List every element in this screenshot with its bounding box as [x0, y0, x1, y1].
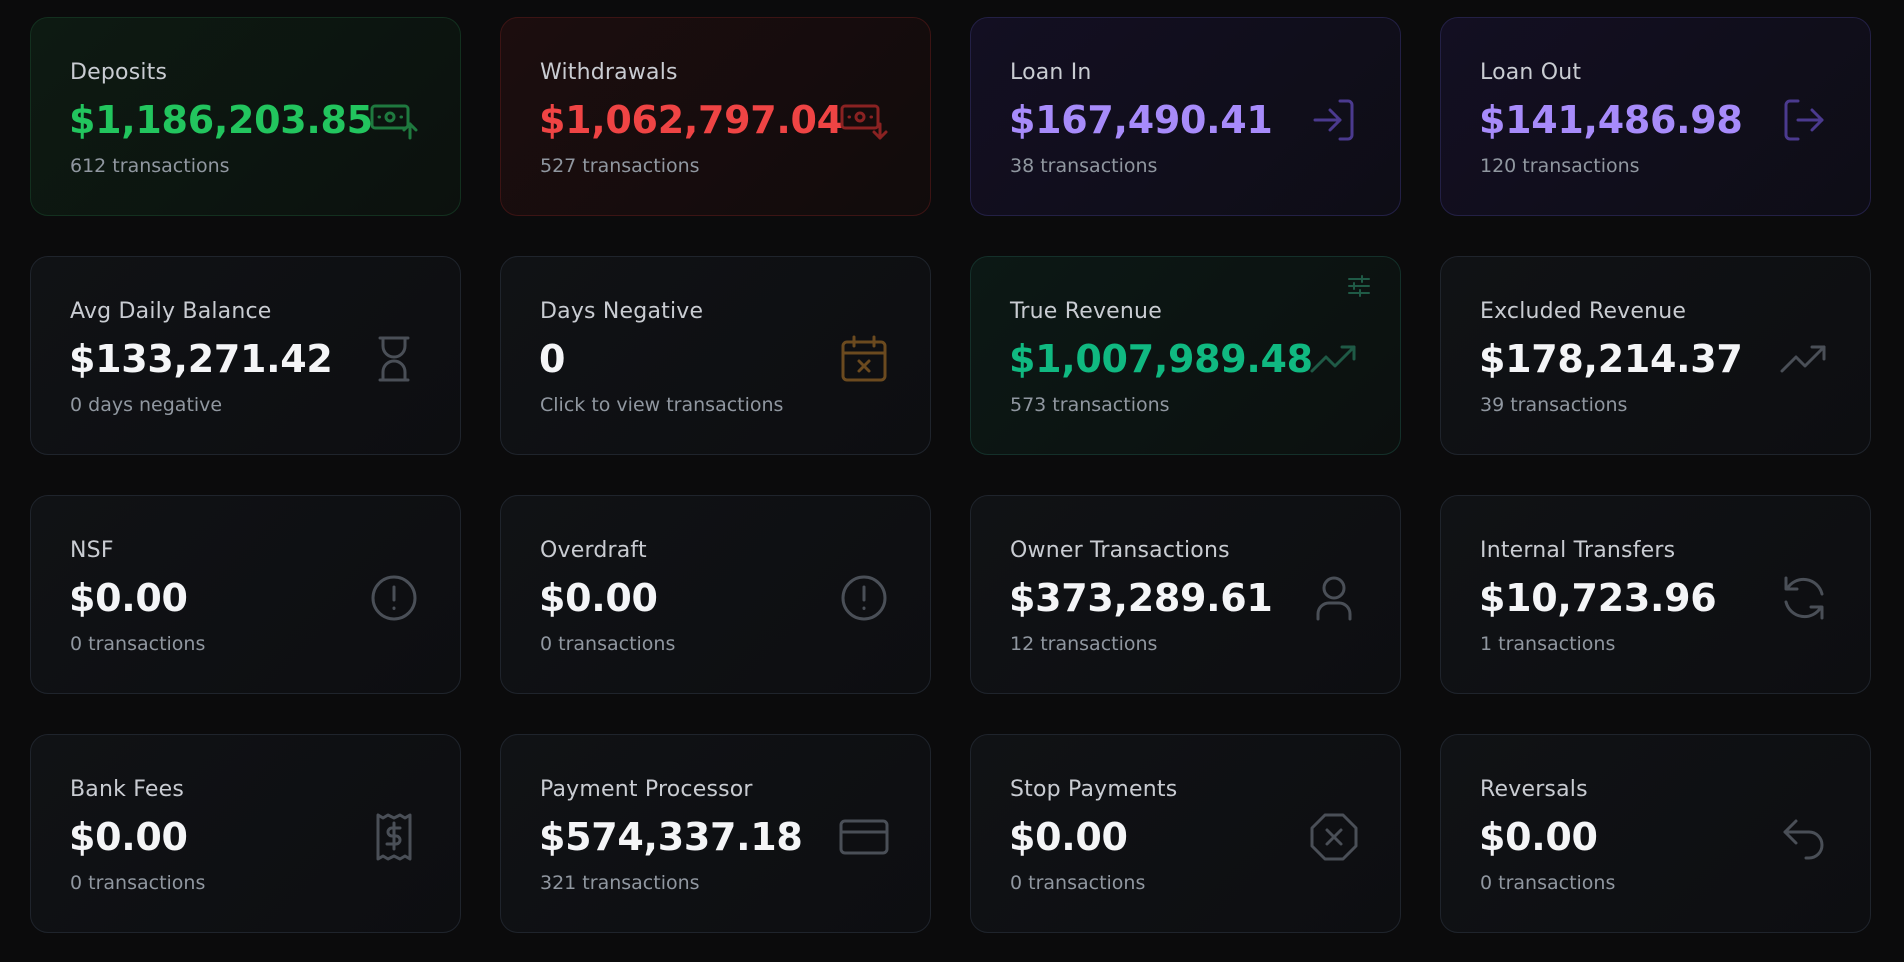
- card-subtext: 0 transactions: [70, 872, 206, 894]
- card-value: $167,490.41: [1009, 98, 1273, 142]
- card-label: Bank Fees: [70, 777, 185, 802]
- card-value: $574,337.18: [539, 815, 803, 859]
- withdrawals-card[interactable]: Withdrawals $1,062,797.04 527 transactio…: [500, 17, 931, 216]
- receipt-dollar-icon: [368, 811, 420, 863]
- excluded-revenue-card[interactable]: Excluded Revenue $178,214.37 39 transact…: [1440, 256, 1871, 455]
- card-label: Withdrawals: [540, 60, 678, 85]
- loan-in-card[interactable]: Loan In $167,490.41 38 transactions: [970, 17, 1401, 216]
- card-value: $0.00: [69, 815, 188, 859]
- bank-fees-card[interactable]: Bank Fees $0.00 0 transactions: [30, 734, 461, 933]
- card-value: 0: [539, 337, 566, 381]
- days-negative-card[interactable]: Days Negative 0 Click to view transactio…: [500, 256, 931, 455]
- card-subtext: 321 transactions: [540, 872, 700, 894]
- credit-card-icon: [838, 811, 890, 863]
- payment-processor-card[interactable]: Payment Processor $574,337.18 321 transa…: [500, 734, 931, 933]
- card-label: NSF: [70, 538, 114, 563]
- card-subtext: 573 transactions: [1010, 394, 1170, 416]
- card-value: $178,214.37: [1479, 337, 1743, 381]
- loan-out-card[interactable]: Loan Out $141,486.98 120 transactions: [1440, 17, 1871, 216]
- alert-circle-icon: [838, 572, 890, 624]
- card-subtext: Click to view transactions: [540, 394, 784, 416]
- card-subtext: 120 transactions: [1480, 155, 1640, 177]
- card-value: $0.00: [69, 576, 188, 620]
- card-value: $10,723.96: [1479, 576, 1717, 620]
- card-label: Avg Daily Balance: [70, 299, 272, 324]
- refresh-icon: [1778, 572, 1830, 624]
- card-label: Owner Transactions: [1010, 538, 1230, 563]
- card-label: True Revenue: [1010, 299, 1162, 324]
- cash-deposit-icon: [368, 94, 420, 146]
- trending-up-icon: [1308, 333, 1360, 385]
- alert-circle-icon: [368, 572, 420, 624]
- card-label: Loan Out: [1480, 60, 1582, 85]
- card-value: $1,007,989.48: [1009, 337, 1313, 381]
- calendar-x-icon: [838, 333, 890, 385]
- deposits-card[interactable]: Deposits $1,186,203.85 612 transactions: [30, 17, 461, 216]
- cash-withdraw-icon: [838, 94, 890, 146]
- stop-payments-card[interactable]: Stop Payments $0.00 0 transactions: [970, 734, 1401, 933]
- card-label: Deposits: [70, 60, 168, 85]
- trending-up-icon: [1778, 333, 1830, 385]
- overdraft-card[interactable]: Overdraft $0.00 0 transactions: [500, 495, 931, 694]
- avg-daily-balance-card[interactable]: Avg Daily Balance $133,271.42 0 days neg…: [30, 256, 461, 455]
- card-subtext: 612 transactions: [70, 155, 230, 177]
- card-subtext: 0 transactions: [1480, 872, 1616, 894]
- user-icon: [1308, 572, 1360, 624]
- undo-arrow-icon: [1778, 811, 1830, 863]
- card-subtext: 38 transactions: [1010, 155, 1158, 177]
- card-value: $0.00: [1479, 815, 1598, 859]
- card-label: Internal Transfers: [1480, 538, 1676, 563]
- card-value: $1,062,797.04: [539, 98, 843, 142]
- card-label: Payment Processor: [540, 777, 753, 802]
- nsf-card[interactable]: NSF $0.00 0 transactions: [30, 495, 461, 694]
- card-label: Excluded Revenue: [1480, 299, 1687, 324]
- card-subtext: 527 transactions: [540, 155, 700, 177]
- reversals-card[interactable]: Reversals $0.00 0 transactions: [1440, 734, 1871, 933]
- sliders-icon[interactable]: [1346, 273, 1372, 299]
- metrics-grid: Deposits $1,186,203.85 612 transactions …: [30, 17, 1874, 933]
- card-label: Stop Payments: [1010, 777, 1178, 802]
- card-subtext: 12 transactions: [1010, 633, 1158, 655]
- hourglass-icon: [368, 333, 420, 385]
- card-value: $1,186,203.85: [69, 98, 373, 142]
- card-value: $0.00: [539, 576, 658, 620]
- card-value: $373,289.61: [1009, 576, 1273, 620]
- card-subtext: 0 transactions: [1010, 872, 1146, 894]
- card-label: Days Negative: [540, 299, 704, 324]
- card-value: $141,486.98: [1479, 98, 1743, 142]
- card-label: Reversals: [1480, 777, 1588, 802]
- card-label: Loan In: [1010, 60, 1092, 85]
- logout-arrow-icon: [1778, 94, 1830, 146]
- card-subtext: 0 transactions: [540, 633, 676, 655]
- card-value: $133,271.42: [69, 337, 333, 381]
- card-value: $0.00: [1009, 815, 1128, 859]
- internal-transfers-card[interactable]: Internal Transfers $10,723.96 1 transact…: [1440, 495, 1871, 694]
- card-subtext: 1 transactions: [1480, 633, 1616, 655]
- login-arrow-icon: [1308, 94, 1360, 146]
- card-subtext: 0 transactions: [70, 633, 206, 655]
- card-subtext: 0 days negative: [70, 394, 223, 416]
- owner-transactions-card[interactable]: Owner Transactions $373,289.61 12 transa…: [970, 495, 1401, 694]
- true-revenue-card[interactable]: True Revenue $1,007,989.48 573 transacti…: [970, 256, 1401, 455]
- octagon-x-icon: [1308, 811, 1360, 863]
- card-label: Overdraft: [540, 538, 647, 563]
- card-subtext: 39 transactions: [1480, 394, 1628, 416]
